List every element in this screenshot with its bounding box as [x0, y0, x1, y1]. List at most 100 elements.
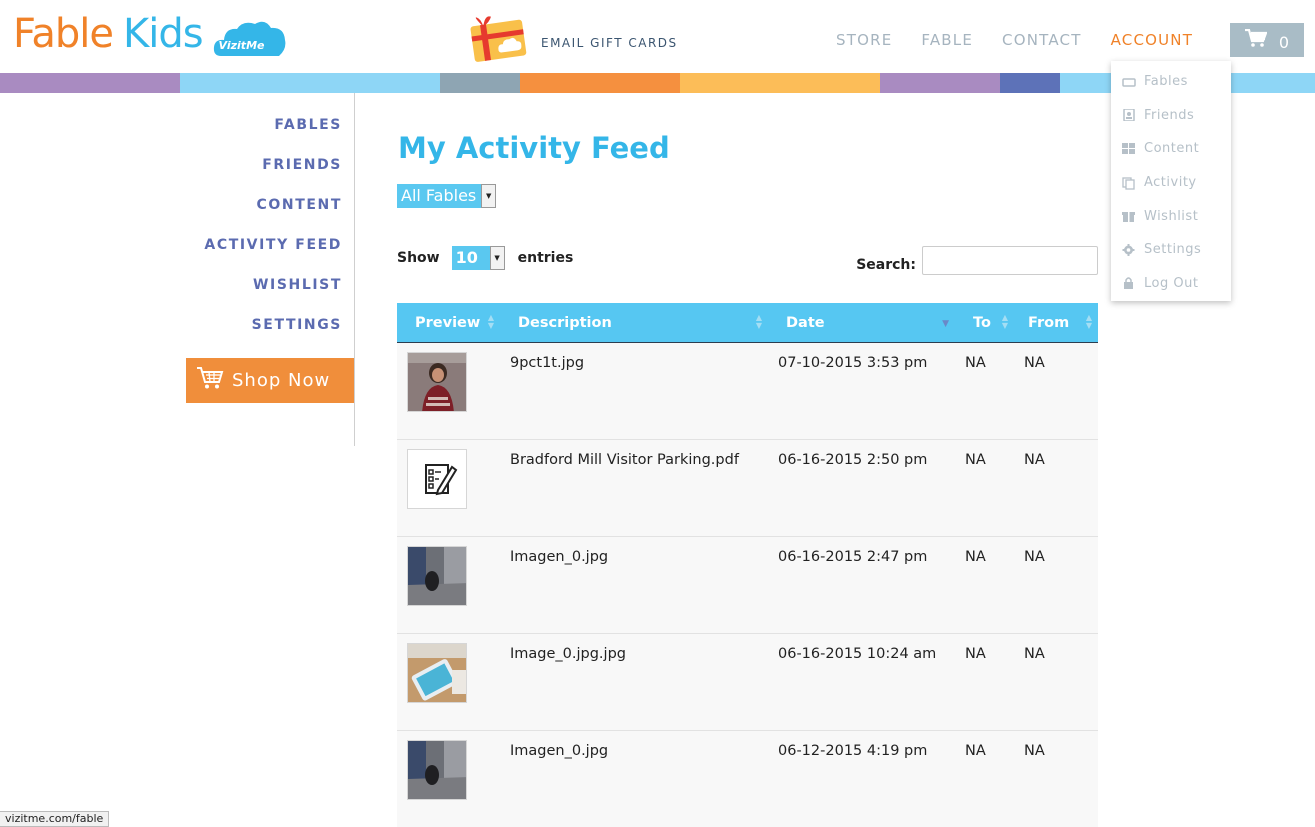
row-date: 07-10-2015 3:53 pm	[778, 355, 928, 371]
entries-select[interactable]: 10 ▼	[451, 246, 505, 270]
nav-store[interactable]: STORE	[836, 31, 892, 49]
row-date: 06-16-2015 2:47 pm	[778, 549, 928, 565]
row-date: 06-12-2015 4:19 pm	[778, 743, 928, 759]
menu-item-settings[interactable]: Settings	[1111, 233, 1231, 267]
column-label: Description	[518, 314, 612, 331]
tablet-icon	[1122, 76, 1136, 88]
table-row[interactable]: Bradford Mill Visitor Parking.pdf 06-16-…	[397, 440, 1098, 537]
photo-person-thumbnail[interactable]	[407, 352, 467, 412]
sort-icon: ▲ ▼	[1001, 313, 1008, 330]
row-description: Bradford Mill Visitor Parking.pdf	[510, 452, 739, 468]
column-header-description[interactable]: Description ▲ ▼	[500, 303, 768, 342]
nav-fable[interactable]: FABLE	[921, 31, 973, 49]
shop-now-button[interactable]: Shop Now	[186, 358, 354, 403]
gear-icon	[1122, 243, 1136, 256]
row-description: 9pct1t.jpg	[510, 355, 585, 371]
photo-room-thumbnail[interactable]	[407, 740, 467, 800]
gift-card-icon	[466, 13, 528, 67]
entries-label: entries	[517, 250, 574, 266]
menu-item-activity[interactable]: Activity	[1111, 166, 1231, 200]
document-checklist-icon[interactable]	[407, 449, 467, 509]
logo-kids-text: Kids	[122, 11, 204, 57]
table-row[interactable]: Image_0.jpg.jpg 06-16-2015 10:24 am NA N…	[397, 634, 1098, 731]
menu-item-friends[interactable]: Friends	[1111, 99, 1231, 133]
activity-table: Preview ▲ ▼ Description ▲ ▼ Date ▼ To ▲ ▼ F…	[397, 303, 1098, 827]
sidebar-item-content[interactable]: CONTENT	[257, 197, 342, 213]
menu-item-label: Friends	[1144, 107, 1195, 123]
table-row[interactable]: Imagen_0.jpg 06-16-2015 2:47 pm NA NA	[397, 537, 1098, 634]
cart-count: 0	[1278, 32, 1290, 52]
nav-account[interactable]: ACCOUNT	[1111, 31, 1194, 49]
top-nav: STORE FABLE CONTACT ACCOUNT	[836, 31, 1222, 49]
table-search: Search:	[856, 246, 1098, 275]
menu-item-label: Activity	[1144, 175, 1197, 191]
lock-icon	[1122, 277, 1136, 290]
menu-item-content[interactable]: Content	[1111, 132, 1231, 166]
table-header: Preview ▲ ▼ Description ▲ ▼ Date ▼ To ▲ ▼ F…	[397, 303, 1098, 343]
row-from: NA	[1024, 549, 1045, 565]
sidebar-item-friends[interactable]: FRIENDS	[262, 157, 342, 173]
row-description: Image_0.jpg.jpg	[510, 646, 626, 662]
entries-value: 10	[451, 246, 490, 270]
column-label: From	[1028, 314, 1070, 331]
entries-length-control: Show 10 ▼ entries	[397, 246, 573, 270]
chevron-down-icon: ▼	[489, 246, 505, 270]
table-row[interactable]: 9pct1t.jpg 07-10-2015 3:53 pm NA NA	[397, 343, 1098, 440]
sort-icon: ▲ ▼	[755, 313, 762, 330]
account-dropdown-menu: Fables Friends Content Activity Wishlist…	[1111, 61, 1231, 301]
show-label: Show	[397, 250, 440, 266]
sort-icon: ▲ ▼	[1085, 313, 1092, 330]
search-label: Search:	[856, 256, 916, 273]
shopping-cart-icon	[1244, 28, 1268, 51]
menu-item-label: Settings	[1144, 242, 1202, 258]
sidebar-item-settings[interactable]: SETTINGS	[252, 317, 342, 333]
page-title: My Activity Feed	[398, 131, 670, 165]
grid-icon	[1122, 142, 1136, 155]
column-label: Date	[786, 314, 825, 331]
photo-room-thumbnail[interactable]	[407, 546, 467, 606]
row-description: Imagen_0.jpg	[510, 743, 609, 759]
menu-item-log-out[interactable]: Log Out	[1111, 267, 1231, 301]
fable-filter-select[interactable]: All Fables ▼	[397, 184, 497, 208]
browser-status-bar: vizitme.com/fable	[0, 811, 110, 827]
column-header-preview[interactable]: Preview ▲ ▼	[397, 303, 500, 342]
column-header-from[interactable]: From ▲ ▼	[1014, 303, 1098, 342]
row-date: 06-16-2015 10:24 am	[778, 646, 937, 662]
row-from: NA	[1024, 452, 1045, 468]
table-row[interactable]: Imagen_0.jpg 06-12-2015 4:19 pm NA NA	[397, 731, 1098, 827]
gift-icon	[1122, 210, 1136, 223]
contact-card-icon	[1122, 108, 1136, 123]
row-to: NA	[965, 743, 986, 759]
logo-fable-text: Fable	[13, 11, 114, 57]
fable-filter-value: All Fables	[397, 184, 482, 208]
menu-item-label: Wishlist	[1144, 208, 1199, 224]
column-header-date[interactable]: Date ▼	[768, 303, 955, 342]
row-to: NA	[965, 646, 986, 662]
menu-item-wishlist[interactable]: Wishlist	[1111, 199, 1231, 233]
row-description: Imagen_0.jpg	[510, 549, 609, 565]
column-label: To	[973, 314, 991, 331]
column-header-to[interactable]: To ▲ ▼	[955, 303, 1014, 342]
sidebar: FABLES FRIENDS CONTENT ACTIVITY FEED WIS…	[0, 93, 355, 446]
vizitme-badge-text: VizitMe	[218, 39, 265, 52]
search-input[interactable]	[922, 246, 1098, 275]
fable-kids-logo[interactable]: Fable Kids VizitMe	[13, 14, 287, 58]
menu-item-fables[interactable]: Fables	[1111, 65, 1231, 99]
sidebar-item-wishlist[interactable]: WISHLIST	[253, 277, 342, 293]
row-to: NA	[965, 452, 986, 468]
shopping-cart-icon	[196, 366, 224, 395]
email-gift-cards-label: EMAIL GIFT CARDS	[541, 36, 678, 50]
nav-contact[interactable]: CONTACT	[1002, 31, 1082, 49]
row-from: NA	[1024, 355, 1045, 371]
column-label: Preview	[415, 314, 481, 331]
chevron-down-icon: ▼	[481, 184, 497, 208]
cart-button[interactable]: 0	[1230, 23, 1304, 57]
sidebar-item-activity-feed[interactable]: ACTIVITY FEED	[204, 237, 342, 253]
email-gift-cards-link[interactable]: EMAIL GIFT CARDS	[466, 13, 678, 67]
photo-tablet-thumbnail[interactable]	[407, 643, 467, 703]
sort-icon: ▲ ▼	[487, 313, 494, 330]
row-to: NA	[965, 355, 986, 371]
sidebar-item-fables[interactable]: FABLES	[274, 117, 342, 133]
vizitme-cloud-logo: VizitMe	[213, 18, 287, 58]
copy-icon	[1122, 176, 1136, 190]
